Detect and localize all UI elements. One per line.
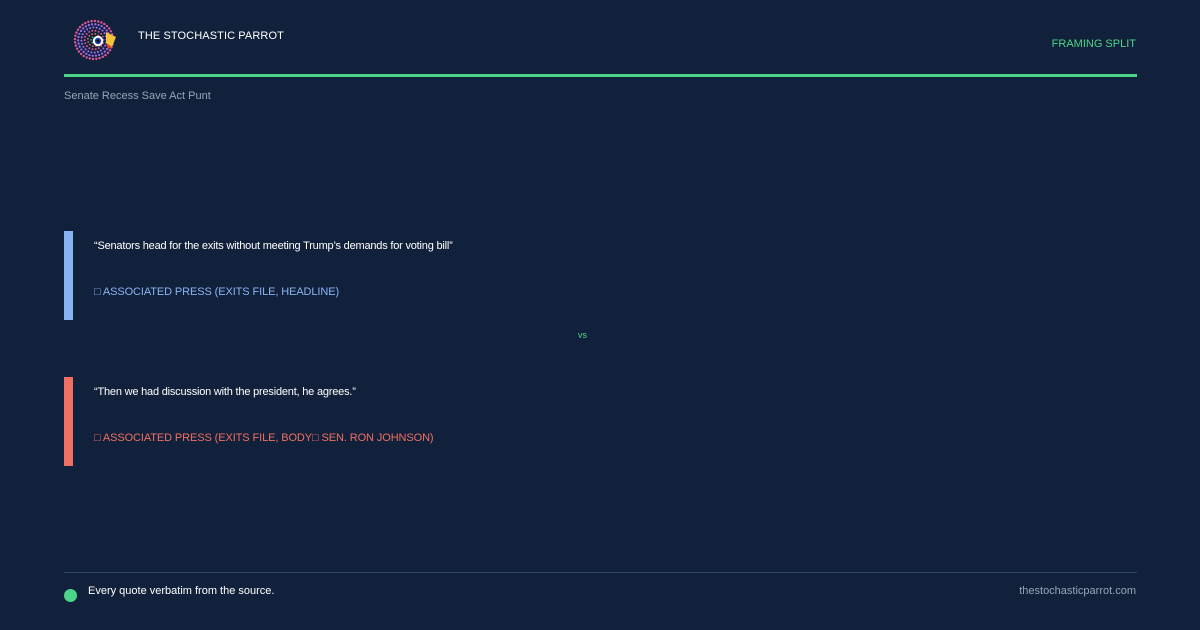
topic-title: Senate Recess Save Act Punt — [64, 90, 211, 102]
vs-label: vs — [578, 330, 587, 340]
quote-accent-bar — [64, 231, 73, 320]
quote-card-headline: “Senators head for the exits without mee… — [64, 231, 964, 320]
footer-note: Every quote verbatim from the source. — [88, 585, 275, 597]
quote-card-body: “Then we had discussion with the preside… — [64, 377, 964, 466]
footer-site-link[interactable]: thestochasticparrot.com — [1019, 585, 1136, 597]
section-label: FRAMING SPLIT — [1051, 38, 1136, 50]
parrot-logo-icon — [73, 19, 116, 61]
quote-text: “Senators head for the exits without mee… — [94, 240, 453, 252]
quote-attribution: □ ASSOCIATED PRESS (EXITS FILE, BODY□ SE… — [94, 432, 434, 444]
footer-divider — [64, 572, 1137, 573]
status-dot-icon — [64, 589, 77, 602]
quote-attribution: □ ASSOCIATED PRESS (EXITS FILE, HEADLINE… — [94, 286, 340, 298]
quote-accent-bar — [64, 377, 73, 466]
header-divider — [64, 74, 1137, 77]
brand-name: THE STOCHASTIC PARROT — [138, 30, 284, 42]
quote-text: “Then we had discussion with the preside… — [94, 386, 356, 398]
